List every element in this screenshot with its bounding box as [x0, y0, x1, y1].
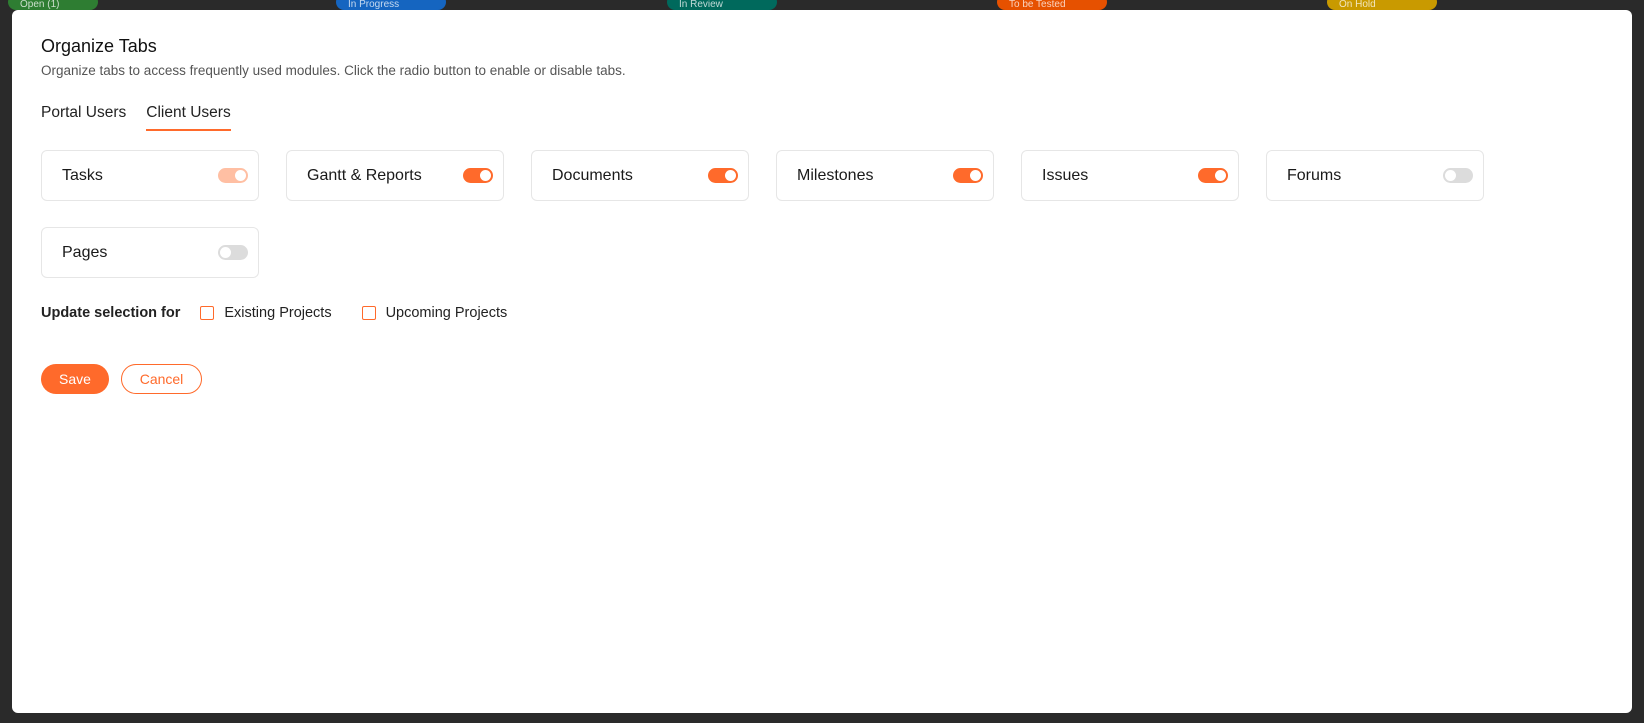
module-toggle[interactable] [463, 168, 493, 183]
checkbox-label: Existing Projects [224, 305, 332, 321]
module-toggle[interactable] [1443, 168, 1473, 183]
module-label: Pages [62, 243, 108, 261]
user-type-tabs: Portal Users Client Users [41, 104, 231, 131]
module-toggle[interactable] [953, 168, 983, 183]
module-toggle[interactable] [1198, 168, 1228, 183]
update-selection-row: Update selection for Existing Projects U… [41, 305, 537, 321]
status-column-header: On Hold [1327, 0, 1437, 10]
module-label: Gantt & Reports [307, 166, 422, 184]
module-card: Issues [1021, 150, 1239, 201]
status-column-header: To be Tested [997, 0, 1107, 10]
tab-client-users[interactable]: Client Users [146, 104, 231, 131]
organize-tabs-dialog: Organize Tabs Organize tabs to access fr… [12, 10, 1632, 713]
status-column-header: In Progress [336, 0, 446, 10]
status-column-header: Open (1) [8, 0, 98, 10]
checkbox-box[interactable] [361, 306, 376, 320]
existing-projects-checkbox[interactable]: Existing Projects [200, 305, 332, 321]
dialog-subtitle: Organize tabs to access frequently used … [41, 63, 626, 78]
module-toggle[interactable] [708, 168, 738, 183]
module-card: Milestones [776, 150, 994, 201]
dialog-title: Organize Tabs [41, 36, 157, 56]
module-toggle [218, 168, 248, 183]
module-label: Forums [1287, 166, 1342, 184]
module-card: Forums [1266, 150, 1484, 201]
checkbox-box[interactable] [200, 306, 215, 320]
upcoming-projects-checkbox[interactable]: Upcoming Projects [361, 305, 508, 321]
save-button[interactable]: Save [41, 364, 109, 394]
checkbox-label: Upcoming Projects [385, 305, 508, 321]
module-label: Milestones [797, 166, 874, 184]
status-column-header: In Review [667, 0, 777, 10]
module-card: Documents [531, 150, 749, 201]
module-toggle[interactable] [218, 245, 248, 260]
module-card: Gantt & Reports [286, 150, 504, 201]
cancel-button[interactable]: Cancel [121, 364, 202, 394]
module-label: Tasks [62, 166, 103, 184]
module-label: Documents [552, 166, 633, 184]
module-card: Tasks [41, 150, 259, 201]
module-label: Issues [1042, 166, 1089, 184]
update-selection-label: Update selection for [41, 305, 181, 321]
module-card: Pages [41, 227, 259, 278]
tab-portal-users[interactable]: Portal Users [41, 104, 126, 131]
